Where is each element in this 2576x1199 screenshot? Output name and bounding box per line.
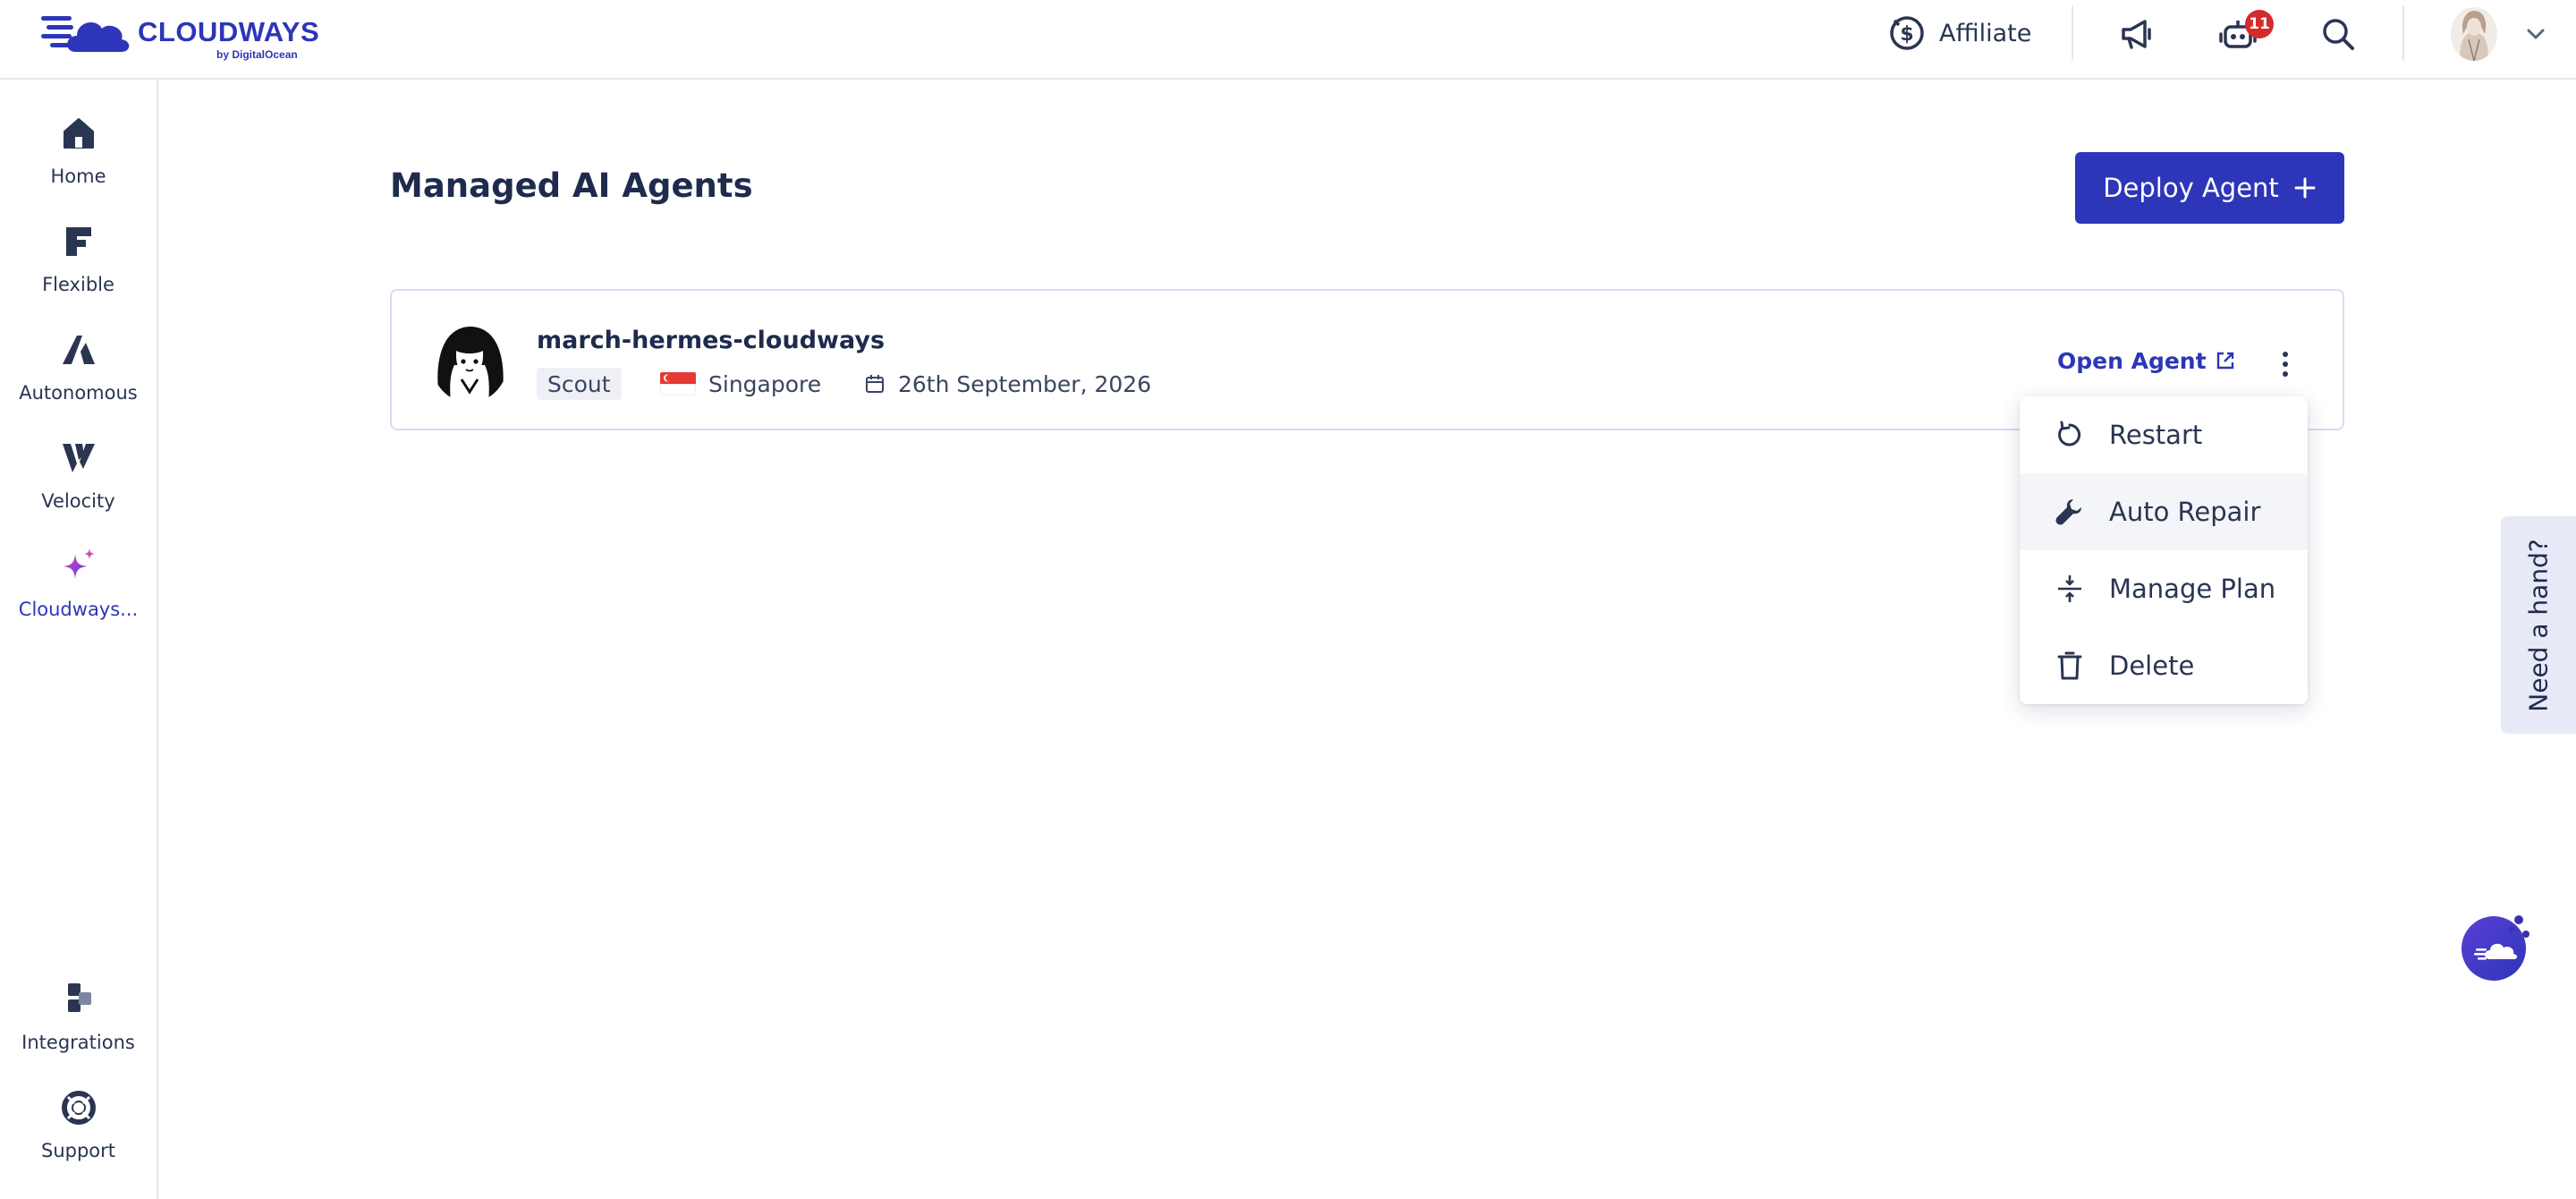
agent-date: 26th September, 2026	[864, 368, 1151, 400]
divider	[2402, 5, 2404, 61]
plus-icon	[2294, 177, 2316, 199]
sidebar-item-home[interactable]: Home	[0, 108, 157, 201]
sidebar-item-support[interactable]: Support	[0, 1083, 157, 1176]
agent-actions-menu: Restart Auto Repair Manage Plan Delete	[2020, 396, 2308, 704]
open-agent-label: Open Agent	[2057, 347, 2207, 374]
compress-icon	[2058, 575, 2081, 602]
agent-name[interactable]: march-hermes-cloudways	[537, 327, 885, 354]
affiliate-label: Affiliate	[1939, 19, 2032, 47]
menu-item-label: Delete	[2109, 651, 2195, 681]
menu-item-label: Manage Plan	[2109, 574, 2276, 604]
velocity-icon	[62, 444, 95, 472]
divider	[2072, 5, 2073, 61]
menu-item-manage-plan[interactable]: Manage Plan	[2020, 550, 2308, 627]
need-a-hand-label: Need a hand?	[2523, 538, 2554, 712]
sidebar-item-label: Integrations	[21, 1032, 135, 1053]
deploy-agent-label: Deploy Agent	[2103, 173, 2279, 203]
deploy-agent-button[interactable]: Deploy Agent	[2075, 152, 2344, 224]
sidebar-item-label: Home	[50, 166, 106, 187]
open-agent-link[interactable]: Open Agent	[2057, 344, 2235, 377]
chat-launcher-button[interactable]	[2460, 909, 2533, 982]
lifebuoy-icon	[61, 1091, 96, 1125]
wrench-icon	[2055, 499, 2081, 525]
menu-item-label: Auto Repair	[2109, 497, 2261, 527]
calendar-icon	[866, 375, 884, 393]
plan-badge: Scout	[537, 368, 622, 400]
agent-date-label: 26th September, 2026	[898, 370, 1152, 397]
page-title: Managed AI Agents	[390, 166, 753, 205]
sidebar-item-autonomous[interactable]: Autonomous	[0, 325, 157, 418]
search-icon[interactable]	[2318, 14, 2358, 54]
sparkle-icon	[62, 548, 95, 579]
sidebar-item-cloudways-ai[interactable]: Cloudways...	[0, 541, 157, 634]
menu-item-label: Restart	[2109, 420, 2203, 450]
affiliate-link[interactable]: $ Affiliate	[1887, 13, 2031, 54]
home-icon	[63, 118, 94, 149]
menu-item-delete[interactable]: Delete	[2020, 627, 2308, 704]
sidebar-item-flexible[interactable]: Flexible	[0, 217, 157, 310]
flexible-icon	[65, 227, 91, 256]
menu-item-restart[interactable]: Restart	[2020, 396, 2308, 473]
sidebar-item-label: Support	[40, 1140, 115, 1161]
cloudways-logo[interactable]: CLOUDWAYS by DigitalOcean	[39, 5, 326, 61]
brand-subtitle: by DigitalOcean	[216, 48, 298, 61]
sidebar-item-label: Velocity	[41, 490, 115, 512]
restart-icon	[2058, 421, 2081, 446]
need-a-hand-tab[interactable]: Need a hand?	[2501, 516, 2576, 734]
sidebar-item-integrations[interactable]: Integrations	[0, 974, 157, 1067]
autonomous-icon	[62, 336, 95, 364]
trash-icon	[2057, 651, 2082, 680]
integrations-icon	[67, 983, 91, 1012]
sidebar-item-label: Flexible	[42, 274, 114, 295]
singapore-flag-icon	[660, 372, 696, 395]
more-options-icon[interactable]	[2270, 346, 2301, 382]
chat-bot-icon	[2462, 915, 2529, 981]
user-avatar[interactable]	[2451, 7, 2497, 61]
megaphone-icon[interactable]	[2118, 14, 2157, 54]
top-bar: CLOUDWAYS by DigitalOcean $ Affiliate 11	[0, 0, 2576, 80]
external-link-icon	[2216, 352, 2233, 370]
brand-name: CLOUDWAYS	[138, 16, 320, 47]
agent-location-label: Singapore	[708, 370, 822, 397]
sidebar: Home Flexible Autonomous Velocity Cloudw…	[0, 80, 158, 1199]
chevron-down-icon[interactable]	[2524, 22, 2547, 46]
menu-item-auto-repair[interactable]: Auto Repair	[2020, 473, 2308, 550]
sidebar-item-label: Cloudways...	[18, 599, 139, 620]
svg-text:$: $	[1900, 23, 1913, 46]
agent-avatar	[431, 320, 508, 403]
agent-location: Singapore	[660, 368, 821, 400]
sidebar-item-label: Autonomous	[19, 382, 138, 404]
sidebar-item-velocity[interactable]: Velocity	[0, 433, 157, 526]
dollar-circle-icon: $	[1890, 16, 1924, 50]
notification-badge: 11	[2245, 10, 2274, 38]
cloud-logo-icon	[41, 16, 130, 52]
